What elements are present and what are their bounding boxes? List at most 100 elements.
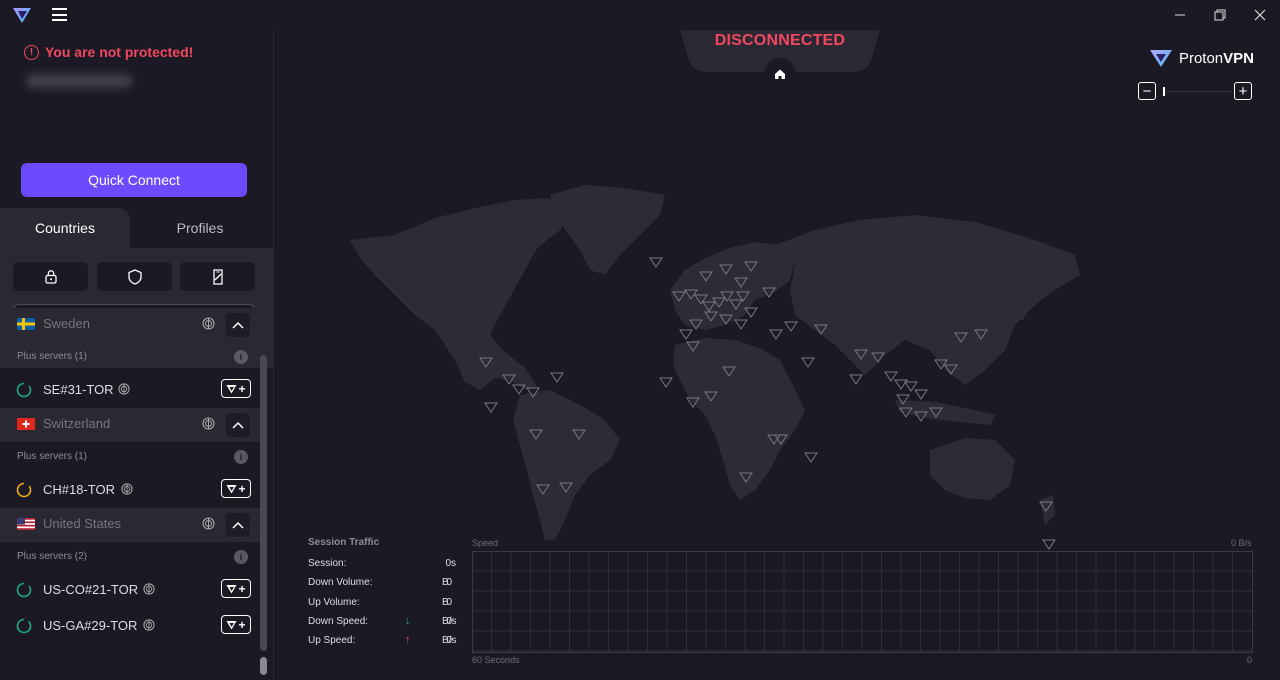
zoom-out-button[interactable]: − bbox=[1138, 82, 1156, 100]
traffic-label: Up Speed: bbox=[308, 635, 356, 647]
filter-killswitch-button[interactable] bbox=[180, 262, 255, 291]
connect-server-button[interactable]: + bbox=[221, 379, 251, 398]
plus-servers-label: Plus servers (1) bbox=[17, 451, 88, 462]
zoom-slider[interactable] bbox=[1163, 91, 1231, 92]
server-row[interactable]: SE#31-TOR + bbox=[0, 372, 260, 408]
tor-onion-icon bbox=[143, 583, 155, 595]
device-switch-icon bbox=[212, 268, 223, 285]
connect-server-button[interactable]: + bbox=[221, 479, 251, 498]
collapse-country-button[interactable] bbox=[226, 513, 250, 537]
north-america-shape bbox=[350, 198, 575, 390]
proton-vpn-logo-icon bbox=[13, 8, 31, 23]
brand: ProtonVPN bbox=[1149, 48, 1254, 68]
restore-button[interactable] bbox=[1200, 0, 1240, 30]
minimize-icon bbox=[1175, 14, 1185, 16]
proton-vpn-logo-icon bbox=[226, 484, 237, 493]
traffic-label: Down Speed: bbox=[308, 615, 369, 627]
brand-name: ProtonVPN bbox=[1178, 49, 1254, 67]
europe-shape bbox=[670, 242, 795, 330]
plus-servers-label: Plus servers (1) bbox=[17, 351, 88, 362]
plus-servers-label: Plus servers (2) bbox=[17, 551, 88, 562]
server-marker bbox=[1042, 539, 1056, 550]
plus-icon: + bbox=[238, 381, 246, 396]
country-name: Sweden bbox=[43, 316, 90, 331]
server-marker bbox=[484, 402, 498, 413]
zoom-in-button[interactable]: + bbox=[1234, 82, 1252, 100]
collapse-country-button[interactable] bbox=[226, 313, 250, 337]
warning-icon: ! bbox=[24, 44, 39, 60]
server-marker bbox=[550, 372, 564, 383]
server-name: SE#31-TOR bbox=[43, 382, 114, 397]
filter-netshield-button[interactable] bbox=[97, 262, 172, 291]
title-bar bbox=[0, 0, 1280, 30]
plus-icon: + bbox=[238, 481, 246, 496]
speed-graph-x-start: 60 Seconds bbox=[472, 655, 520, 665]
country-row-sweden[interactable]: Sweden bbox=[0, 308, 260, 342]
proton-vpn-logo-icon bbox=[226, 384, 237, 393]
traffic-unit: B/s bbox=[442, 635, 457, 647]
greenland-shape bbox=[550, 185, 665, 275]
proton-vpn-logo-icon bbox=[1149, 50, 1172, 67]
info-icon[interactable]: i bbox=[234, 450, 248, 464]
scrollbar-thumb[interactable] bbox=[260, 657, 267, 675]
country-name: Switzerland bbox=[43, 416, 111, 431]
close-button[interactable] bbox=[1240, 0, 1280, 30]
plus-servers-header: Plus servers (1) i bbox=[0, 342, 260, 372]
tor-onion-icon bbox=[202, 317, 215, 330]
tab-profiles[interactable]: Profiles bbox=[130, 208, 270, 248]
connect-server-button[interactable]: + bbox=[221, 615, 251, 634]
tab-countries[interactable]: Countries bbox=[0, 208, 130, 248]
restore-icon bbox=[1214, 9, 1226, 21]
tor-onion-icon bbox=[202, 517, 215, 530]
traffic-unit: B bbox=[442, 577, 449, 589]
server-marker bbox=[659, 377, 673, 388]
country-name: United States bbox=[43, 516, 122, 531]
plus-icon: + bbox=[238, 581, 246, 596]
quick-connect-button[interactable]: Quick Connect bbox=[21, 163, 247, 197]
server-marker bbox=[914, 389, 928, 400]
server-row[interactable]: CH#18-TOR + bbox=[0, 472, 260, 508]
server-name: US-GA#29-TOR bbox=[43, 618, 138, 633]
protection-warning: ! You are not protected! bbox=[24, 44, 193, 60]
server-load-icon bbox=[16, 582, 32, 598]
africa-shape bbox=[673, 338, 805, 500]
server-marker bbox=[804, 452, 818, 463]
server-marker bbox=[734, 319, 748, 330]
list-scrollbar[interactable] bbox=[259, 355, 267, 680]
country-list: Sweden Plus servers (1) i SE#31-TOR + Sw… bbox=[0, 308, 260, 650]
speed-graph-x-end: 0 bbox=[1247, 655, 1253, 665]
close-icon bbox=[1254, 9, 1266, 21]
switzerland-flag-icon bbox=[17, 418, 35, 430]
shield-icon bbox=[127, 268, 142, 285]
filter-secure-core-button[interactable] bbox=[13, 262, 88, 291]
country-row-switzerland[interactable]: Switzerland bbox=[0, 408, 260, 442]
menu-icon[interactable] bbox=[52, 8, 67, 21]
traffic-label: Session: bbox=[308, 558, 347, 569]
country-row-united-states[interactable]: United States bbox=[0, 508, 260, 542]
server-name: CH#18-TOR bbox=[43, 482, 116, 497]
zoom-slider-handle[interactable] bbox=[1163, 87, 1165, 96]
traffic-unit: B/s bbox=[442, 615, 457, 627]
server-row[interactable]: US-GA#29-TOR + bbox=[0, 608, 260, 644]
server-marker bbox=[894, 379, 908, 390]
collapse-country-button[interactable] bbox=[226, 413, 250, 437]
speed-graph-title: Speed bbox=[472, 538, 499, 548]
server-marker bbox=[649, 257, 663, 268]
info-icon[interactable]: i bbox=[234, 550, 248, 564]
sweden-flag-icon bbox=[17, 318, 35, 330]
server-row[interactable]: US-CO#21-TOR + bbox=[0, 572, 260, 608]
tor-onion-icon bbox=[202, 417, 215, 430]
new-zealand-shape bbox=[1040, 495, 1055, 525]
server-marker bbox=[769, 329, 783, 340]
server-marker bbox=[849, 374, 863, 385]
info-icon[interactable]: i bbox=[234, 350, 248, 364]
connect-server-button[interactable]: + bbox=[221, 579, 251, 598]
lock-icon bbox=[44, 270, 57, 284]
server-marker bbox=[801, 357, 815, 368]
home-button[interactable] bbox=[764, 58, 796, 90]
minimize-button[interactable] bbox=[1160, 0, 1200, 30]
tor-onion-icon bbox=[121, 483, 133, 495]
tor-onion-icon bbox=[118, 383, 130, 395]
proton-vpn-logo-icon bbox=[226, 620, 237, 629]
home-icon bbox=[775, 69, 785, 79]
